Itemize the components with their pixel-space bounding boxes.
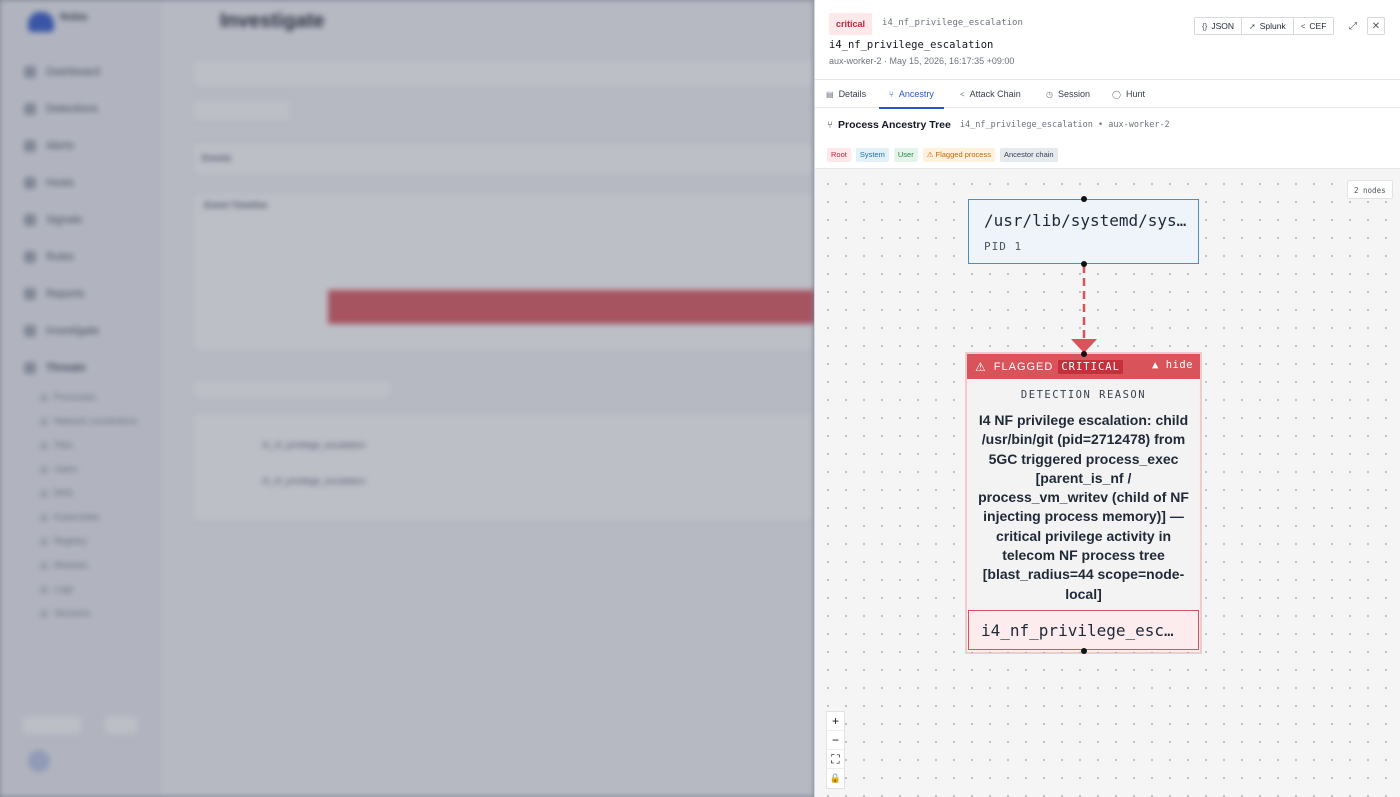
node-handle[interactable] <box>1081 261 1087 267</box>
severity-badge: critical <box>829 13 873 35</box>
section-header: ⑂ Process Ancestry Tree i4_nf_privilege_… <box>827 119 1170 131</box>
warning-icon: ⚠ <box>975 359 987 374</box>
fit-view-button[interactable]: ⛶ <box>827 750 844 769</box>
section-subtitle: i4_nf_privilege_escalation • aux-worker-… <box>959 120 1170 130</box>
node-handle[interactable] <box>1081 648 1087 654</box>
flagged-process-name: i4_nf_privilege_escalation <box>981 621 1181 640</box>
modal-backdrop[interactable] <box>0 0 814 797</box>
hide-label: hide <box>1165 359 1193 371</box>
branch-icon: ⑂ <box>889 89 894 99</box>
tab-label: Hunt <box>1125 89 1145 99</box>
clock-icon: ◷ <box>1046 89 1053 99</box>
export-json-button[interactable]: {} JSON <box>1195 18 1243 34</box>
export-splunk-button[interactable]: ➚ Splunk <box>1242 18 1294 34</box>
code-icon: {} <box>1202 21 1208 31</box>
root-process-node[interactable]: /usr/lib/systemd/systemd PID 1 <box>968 199 1199 264</box>
rule-id: i4_nf_privilege_escalation <box>882 18 1023 28</box>
graph-zoom-controls: + − ⛶ 🔒 <box>826 711 845 789</box>
lock-button[interactable]: 🔒 <box>827 769 844 788</box>
drawer-title: i4_nf_privilege_escalation <box>829 39 994 51</box>
flagged-process-node[interactable]: ⚠ FLAGGED CRITICAL ▲ hide DETECTION REAS… <box>967 354 1200 652</box>
node-handle[interactable] <box>1081 351 1087 357</box>
node-handle[interactable] <box>1081 196 1087 202</box>
close-icon: ✕ <box>1371 20 1381 32</box>
tab-attack-chain[interactable]: < Attack Chain <box>960 80 1021 108</box>
section-title: Process Ancestry Tree <box>838 119 951 131</box>
send-icon: ➚ <box>1249 21 1256 31</box>
reason-text: I4 NF privilege escalation: child /usr/b… <box>978 412 1189 602</box>
detection-reason-box: DETECTION REASON I4 NF privilege escalat… <box>968 379 1199 609</box>
expand-button[interactable]: ⤢ <box>1344 17 1362 35</box>
export-cef-label: CEF <box>1309 21 1327 31</box>
drawer-header: critical i4_nf_privilege_escalation i4_n… <box>815 0 1400 80</box>
ancestry-graph-canvas[interactable]: 2 nodes /usr/lib/systemd/systemd PID 1 ⚠… <box>815 168 1400 797</box>
close-button[interactable]: ✕ <box>1367 17 1385 35</box>
tab-ancestry[interactable]: ⑂ Ancestry <box>879 80 944 109</box>
flag-header: ⚠ FLAGGED CRITICAL ▲ hide <box>967 354 1200 379</box>
legend-flagged: ⚠ Flagged process <box>922 148 995 162</box>
export-cef-button[interactable]: < CEF <box>1293 18 1334 34</box>
legend-root: Root <box>827 148 851 162</box>
share-icon: < <box>960 89 965 99</box>
export-buttons: {} JSON ➚ Splunk < CEF <box>1194 17 1335 35</box>
expand-icon: ⤢ <box>1349 20 1357 32</box>
tab-details[interactable]: ▤ Details <box>826 80 866 108</box>
tab-label: Session <box>1057 89 1091 99</box>
tab-bar: ▤ Details ⑂ Ancestry < Attack Chain ◷ Se… <box>815 80 1400 109</box>
legend-ancestor-chain: Ancestor chain <box>999 148 1058 162</box>
flagged-process-name-box: i4_nf_privilege_escalation <box>968 610 1199 650</box>
reason-label: DETECTION REASON <box>1020 389 1147 401</box>
tab-label: Ancestry <box>898 89 934 99</box>
triangle-up-icon: ▲ <box>1152 359 1159 371</box>
process-path: /usr/lib/systemd/systemd <box>984 211 1189 230</box>
branch-icon: ⑂ <box>827 119 833 131</box>
node-legend: Root System User ⚠ Flagged process Ances… <box>827 148 1058 162</box>
tab-label: Details <box>838 89 867 99</box>
tab-session[interactable]: ◷ Session <box>1046 80 1090 108</box>
export-splunk-label: Splunk <box>1259 21 1286 31</box>
document-icon: ▤ <box>826 89 834 99</box>
process-pid: PID 1 <box>984 240 1023 253</box>
hide-reason-button[interactable]: ▲ hide <box>1152 359 1193 371</box>
zoom-in-button[interactable]: + <box>827 712 844 731</box>
tab-hunt[interactable]: ◯ Hunt <box>1112 80 1145 108</box>
export-json-label: JSON <box>1211 21 1235 31</box>
zoom-out-button[interactable]: − <box>827 731 844 750</box>
severity-tag: CRITICAL <box>1058 359 1123 374</box>
target-icon: ◯ <box>1112 89 1121 99</box>
legend-system: System <box>855 148 889 162</box>
share-icon: < <box>1300 21 1306 31</box>
event-meta: aux-worker-2 · May 15, 2026, 16:17:35 +0… <box>829 56 1015 66</box>
alert-detail-drawer: critical i4_nf_privilege_escalation i4_n… <box>814 0 1400 797</box>
flag-label: FLAGGED <box>993 360 1054 373</box>
tab-label: Attack Chain <box>969 89 1021 99</box>
legend-user: User <box>893 148 918 162</box>
